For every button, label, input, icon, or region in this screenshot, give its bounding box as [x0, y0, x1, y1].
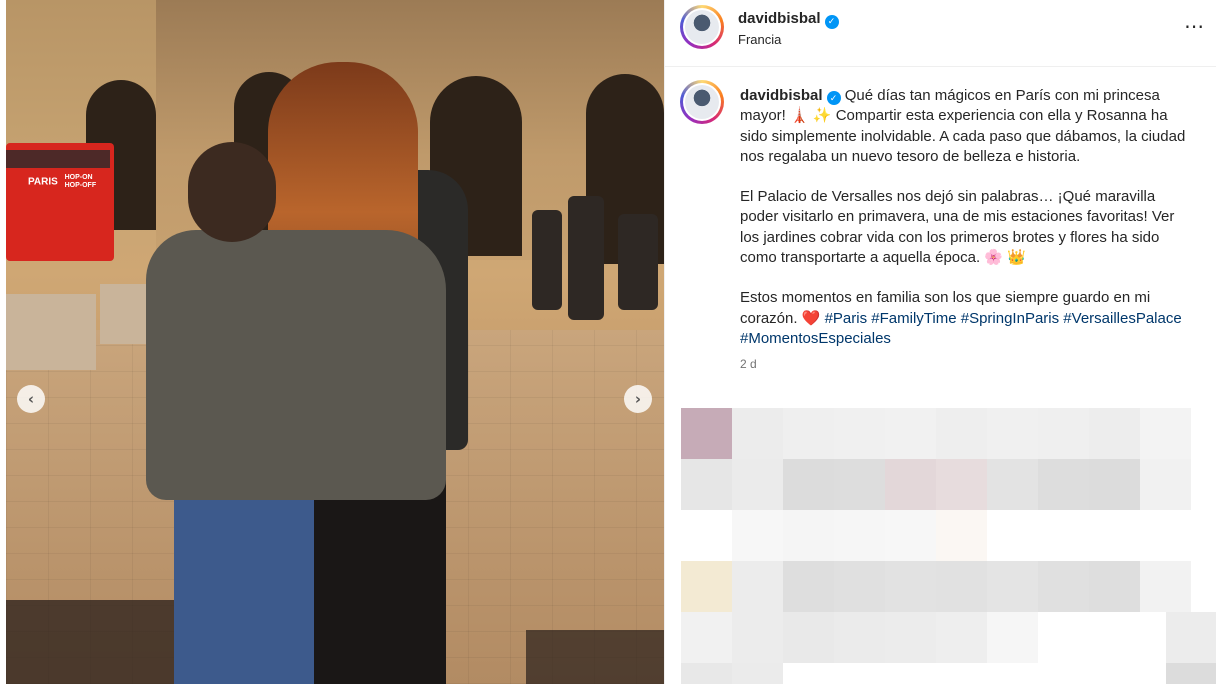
carousel-next-button[interactable]: ›	[624, 385, 652, 413]
photo-person	[532, 210, 562, 310]
bus-sign-text: HOP-OFF	[64, 182, 97, 189]
more-icon: ⋯	[1184, 14, 1205, 38]
photo-girl-head	[188, 142, 276, 242]
hashtag-link[interactable]: #SpringInParis	[961, 310, 1059, 327]
pixelated-comments-area	[681, 384, 1216, 684]
caption-avatar[interactable]	[680, 80, 724, 124]
hashtag-link[interactable]: #FamilyTime	[871, 310, 956, 327]
avatar-image	[685, 10, 719, 44]
post-sidebar: davidbisbal ✓ Francia ⋯ davidbisbal ✓ Qué …	[664, 0, 1216, 684]
photo-bus-window	[6, 150, 110, 168]
header-username[interactable]: davidbisbal	[738, 10, 821, 27]
post-header: davidbisbal ✓ Francia ⋯	[665, 0, 1216, 67]
post-timestamp[interactable]: 2 d	[740, 357, 757, 371]
photo-bus-sign: PARIS HOP-ON HOP-OFF	[28, 174, 96, 190]
bus-sign-text: PARIS	[28, 176, 58, 188]
bus-sign-text: HOP-ON	[64, 174, 93, 181]
chevron-left-icon: ‹	[27, 390, 35, 408]
hashtag-link[interactable]: #Paris	[825, 310, 868, 327]
photo-girl-jeans	[174, 480, 314, 684]
caption-username[interactable]: davidbisbal	[740, 87, 823, 104]
hashtag-link[interactable]: #MomentosEspeciales	[740, 330, 891, 347]
post-caption: davidbisbal ✓ Qué días tan mágicos en Par…	[740, 86, 1195, 349]
verified-badge-icon: ✓	[826, 91, 841, 105]
post-location[interactable]: Francia	[738, 32, 781, 47]
more-options-button[interactable]: ⋯	[1184, 14, 1205, 38]
verified-badge-icon: ✓	[824, 15, 839, 29]
photo-person	[568, 196, 604, 320]
photo-shadow	[526, 630, 664, 684]
photo-person	[618, 214, 658, 310]
avatar-image	[685, 85, 719, 119]
avatar[interactable]	[680, 5, 724, 49]
carousel-prev-button[interactable]: ‹	[17, 385, 45, 413]
chevron-right-icon: ›	[634, 390, 642, 408]
photo-stone-block	[6, 294, 96, 370]
caption-paragraph-2: El Palacio de Versalles nos dejó sin pal…	[740, 188, 1175, 267]
hashtag-link[interactable]: #VersaillesPalace	[1063, 310, 1181, 327]
photo-girl-jacket	[146, 230, 446, 500]
post-photo[interactable]: PARIS HOP-ON HOP-OFF ‹ ›	[6, 0, 664, 684]
